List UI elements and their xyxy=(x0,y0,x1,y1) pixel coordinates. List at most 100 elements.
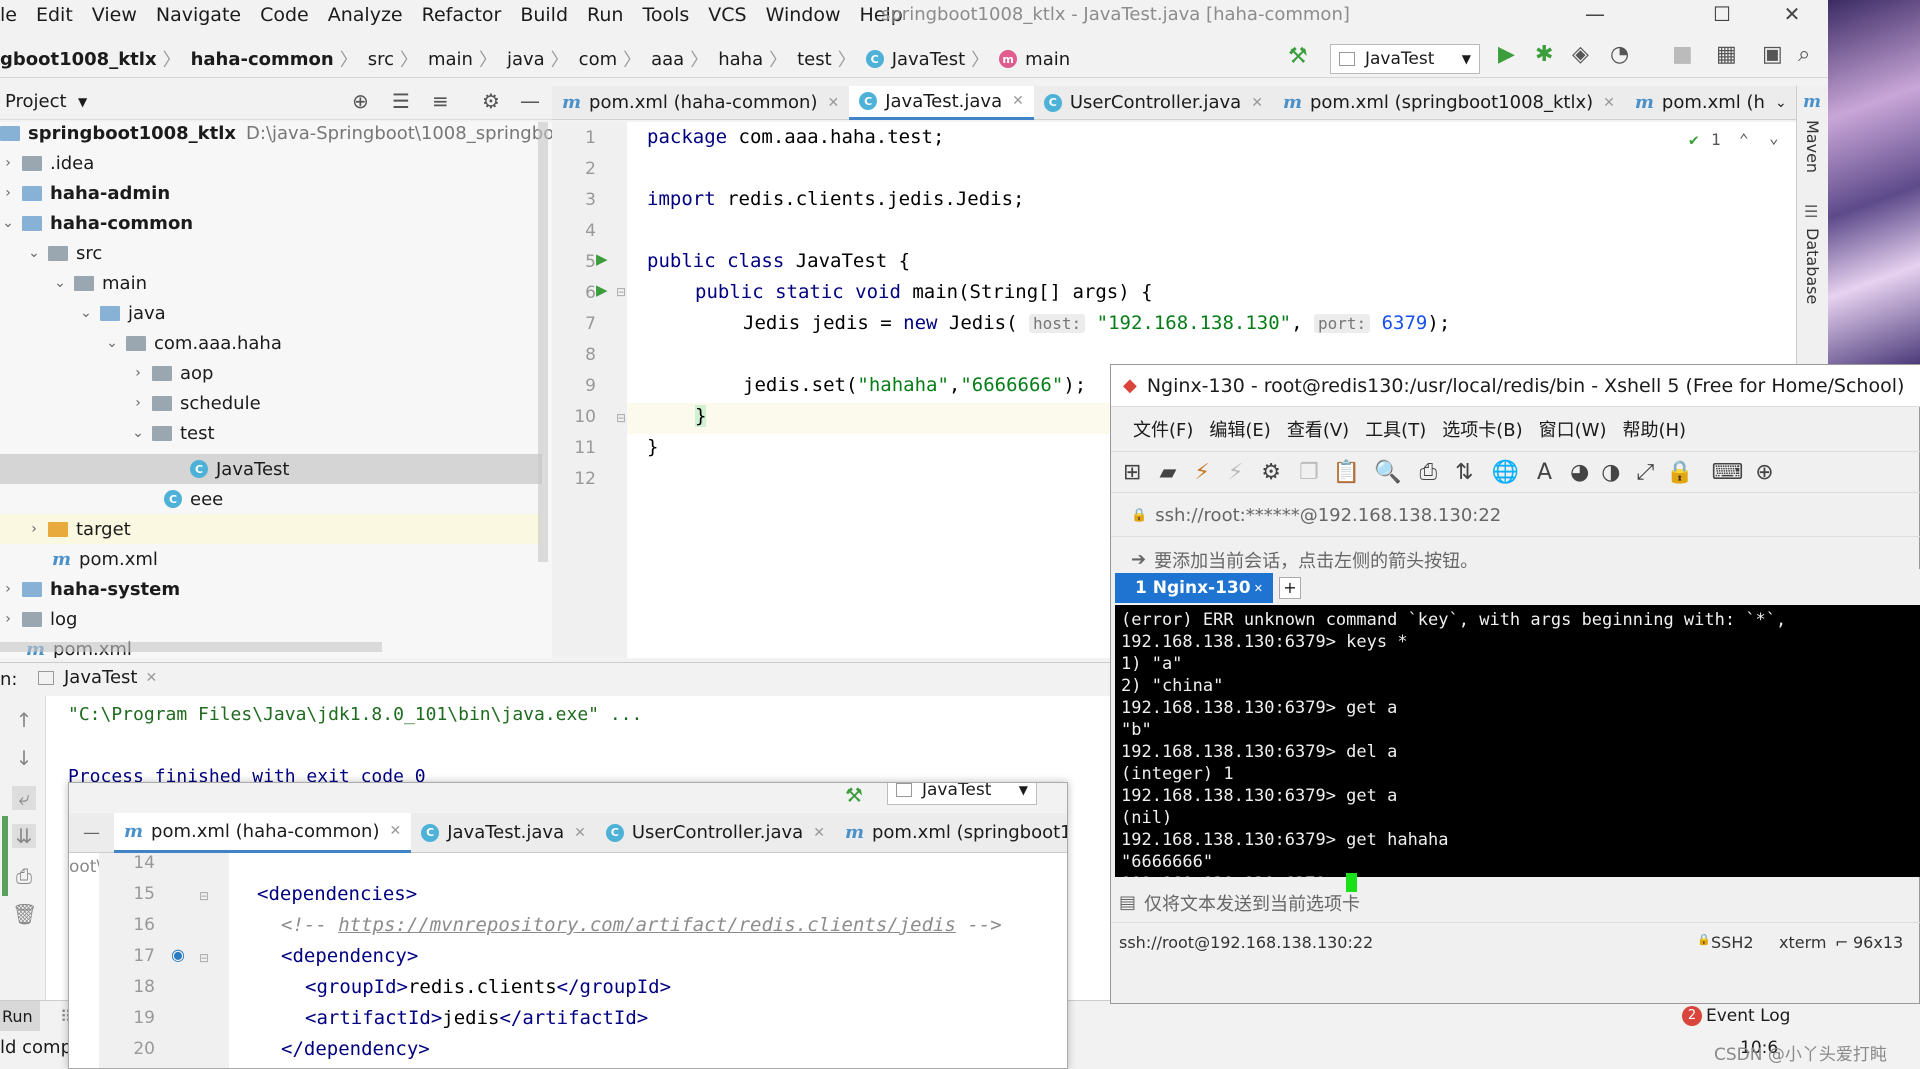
tree-item-package[interactable]: ⌄ com.aaa.haha xyxy=(104,328,282,358)
maven-dependency-icon[interactable]: ◉ xyxy=(171,945,185,964)
print-icon[interactable]: ⎙ xyxy=(12,864,36,888)
keyboard-icon[interactable]: ⌨ xyxy=(1711,460,1743,485)
tab-usercontroller[interactable]: C UserController.java ✕ xyxy=(1034,86,1273,120)
run-gutter-icon[interactable]: ▶ xyxy=(596,281,608,299)
close-icon[interactable]: ✕ xyxy=(1772,2,1812,30)
database-icon[interactable]: ☰ xyxy=(1804,202,1818,221)
coverage-icon[interactable]: ◈ xyxy=(1572,42,1589,67)
tab-pom-root[interactable]: m pom.xml (springboot1008_ktlx) ✕ xyxy=(1273,86,1625,120)
chevron-down-icon[interactable]: ▼ xyxy=(78,95,87,109)
project-view-select[interactable]: Project xyxy=(5,91,67,112)
tree-item-aop[interactable]: › aop xyxy=(130,358,213,388)
tree-item-main[interactable]: ⌄ main xyxy=(52,268,147,298)
xmenu-tabs[interactable]: 选项卡(B) xyxy=(1442,416,1522,442)
mini-tab-pom[interactable]: m pom.xml (haha-common) ✕ xyxy=(114,812,412,853)
find-icon[interactable]: 🔍 xyxy=(1374,460,1401,485)
crumb-src[interactable]: src xyxy=(368,49,394,70)
fullscreen-icon[interactable]: ⤢ xyxy=(1636,460,1654,485)
horizontal-scrollbar[interactable] xyxy=(0,642,382,652)
menu-navigate[interactable]: Navigate xyxy=(156,4,241,26)
gear-icon[interactable]: ⚙ xyxy=(482,89,500,113)
crumb-com[interactable]: com xyxy=(579,49,617,70)
fold-icon[interactable]: ⊟ xyxy=(616,285,626,299)
print-icon[interactable]: ⎙ xyxy=(1420,460,1438,485)
crumb-module[interactable]: haha-common xyxy=(191,49,334,70)
run-tab-javatest[interactable]: JavaTest ✕ xyxy=(38,667,157,688)
build-hammer-icon[interactable]: ⚒ xyxy=(845,783,863,807)
build-hammer-icon[interactable]: ⚒ xyxy=(1288,44,1308,69)
menu-vcs[interactable]: VCS xyxy=(708,4,746,26)
new-tab-button[interactable]: + xyxy=(1279,577,1301,599)
close-icon[interactable]: ✕ xyxy=(827,95,839,111)
hide-icon[interactable]: — xyxy=(520,89,540,113)
tree-item-schedule[interactable]: › schedule xyxy=(130,388,260,418)
arrow-icon[interactable]: ➔ xyxy=(1131,549,1146,570)
tab-javatest[interactable]: C JavaTest.java ✕ xyxy=(849,85,1034,120)
crumb-main[interactable]: main xyxy=(428,49,473,70)
xmenu-window[interactable]: 窗口(W) xyxy=(1539,416,1607,442)
disconnect-icon[interactable]: ⚡ xyxy=(1228,460,1243,485)
tree-item-haha-common[interactable]: ⌄ haha-common xyxy=(0,208,193,238)
mini-run-config-select[interactable]: JavaTest ▼ xyxy=(887,783,1037,805)
arrow-up-icon[interactable]: ↑ xyxy=(12,708,36,732)
script-icon[interactable]: ◑ xyxy=(1601,460,1620,485)
tab-pom-haha-common[interactable]: m pom.xml (haha-common) ✕ xyxy=(552,86,849,120)
mini-tab-pom-root[interactable]: m pom.xml (springboot1( xyxy=(835,813,1067,853)
stop-icon[interactable]: ■ xyxy=(1672,42,1693,67)
profile-icon[interactable]: ◔ xyxy=(1610,42,1629,67)
soft-wrap-icon[interactable]: ⤶ xyxy=(12,786,36,810)
arrow-down-icon[interactable]: ↓ xyxy=(12,746,36,770)
debug-icon[interactable]: ✱ xyxy=(1535,42,1553,67)
xmenu-view[interactable]: 查看(V) xyxy=(1287,416,1349,442)
mini-code-editor[interactable]: <dependencies> <!-- https://mvnrepositor… xyxy=(229,853,1067,1068)
xftp-icon[interactable]: ◕ xyxy=(1570,460,1589,485)
menu-code[interactable]: Code xyxy=(260,4,309,26)
menu-view[interactable]: View xyxy=(92,4,137,26)
tree-item-haha-admin[interactable]: › haha-admin xyxy=(0,178,170,208)
menu-refactor[interactable]: Refactor xyxy=(422,4,502,26)
crumb-project[interactable]: gboot1008_ktlx xyxy=(0,49,157,70)
tab-pom-h[interactable]: m pom.xml (h xyxy=(1625,86,1775,120)
run-icon[interactable]: ▶ xyxy=(1498,42,1515,67)
menu-build[interactable]: Build xyxy=(520,4,568,26)
trash-icon[interactable]: 🗑 xyxy=(12,902,37,926)
properties-icon[interactable]: ⚙ xyxy=(1261,460,1281,485)
tree-root[interactable]: springboot1008_ktlx D:\java-Springboot\1… xyxy=(0,122,552,148)
tree-item-eee[interactable]: C eee xyxy=(164,484,223,514)
hide-icon[interactable]: — xyxy=(83,823,100,843)
crumb-java[interactable]: java xyxy=(507,49,545,70)
fold-icon[interactable]: ⊟ xyxy=(199,889,209,903)
xshell-address-bar[interactable]: 🔒 ssh://root:******@192.168.138.130:22 xyxy=(1111,495,1920,537)
menu-file[interactable]: le xyxy=(0,4,17,26)
paste-icon[interactable]: 📋 xyxy=(1333,460,1360,485)
connect-icon[interactable]: ⚡ xyxy=(1194,460,1209,485)
close-icon[interactable]: ✕ xyxy=(1012,93,1024,109)
transfer-icon[interactable]: ⇅ xyxy=(1455,460,1473,485)
crumb-class[interactable]: JavaTest xyxy=(892,49,965,70)
maven-icon[interactable]: m xyxy=(1803,92,1821,112)
mini-tab-javatest[interactable]: C JavaTest.java ✕ xyxy=(411,813,596,853)
vertical-scrollbar[interactable] xyxy=(538,122,548,562)
tree-item-target[interactable]: › target xyxy=(26,514,131,544)
fold-icon[interactable]: ⊟ xyxy=(199,951,209,965)
inspection-ok-icon[interactable]: ✔ xyxy=(1689,130,1699,149)
menu-analyze[interactable]: Analyze xyxy=(328,4,403,26)
terminal-output[interactable]: (error) ERR unknown command `key`, with … xyxy=(1115,605,1920,894)
scroll-to-end-icon[interactable]: ⇊ xyxy=(12,824,36,848)
tree-item-idea[interactable]: › .idea xyxy=(0,148,94,178)
close-icon[interactable]: ✕ xyxy=(574,825,586,841)
close-icon[interactable]: ✕ xyxy=(389,823,401,839)
close-icon[interactable]: ✕ xyxy=(145,670,157,686)
xshell-tab-nginx[interactable]: 1 Nginx-130 ✕ xyxy=(1115,573,1273,603)
globe-icon[interactable]: 🌐 xyxy=(1492,460,1519,485)
chevron-down-icon[interactable]: ⌄ xyxy=(1769,128,1779,147)
expand-all-icon[interactable]: ☰ xyxy=(392,89,410,113)
tree-item-haha-system[interactable]: › haha-system xyxy=(0,574,180,604)
tree-item-log[interactable]: › log xyxy=(0,604,77,634)
close-icon[interactable]: ✕ xyxy=(1603,95,1615,111)
tree-item-javatest[interactable]: C JavaTest xyxy=(190,454,289,484)
menu-window[interactable]: Window xyxy=(766,4,841,26)
minimize-icon[interactable]: — xyxy=(1575,2,1615,30)
chevron-up-icon[interactable]: ⌃ xyxy=(1739,130,1749,149)
xshell-send-bar[interactable]: ▤ 仅将文本发送到当前选项卡 xyxy=(1111,883,1920,923)
